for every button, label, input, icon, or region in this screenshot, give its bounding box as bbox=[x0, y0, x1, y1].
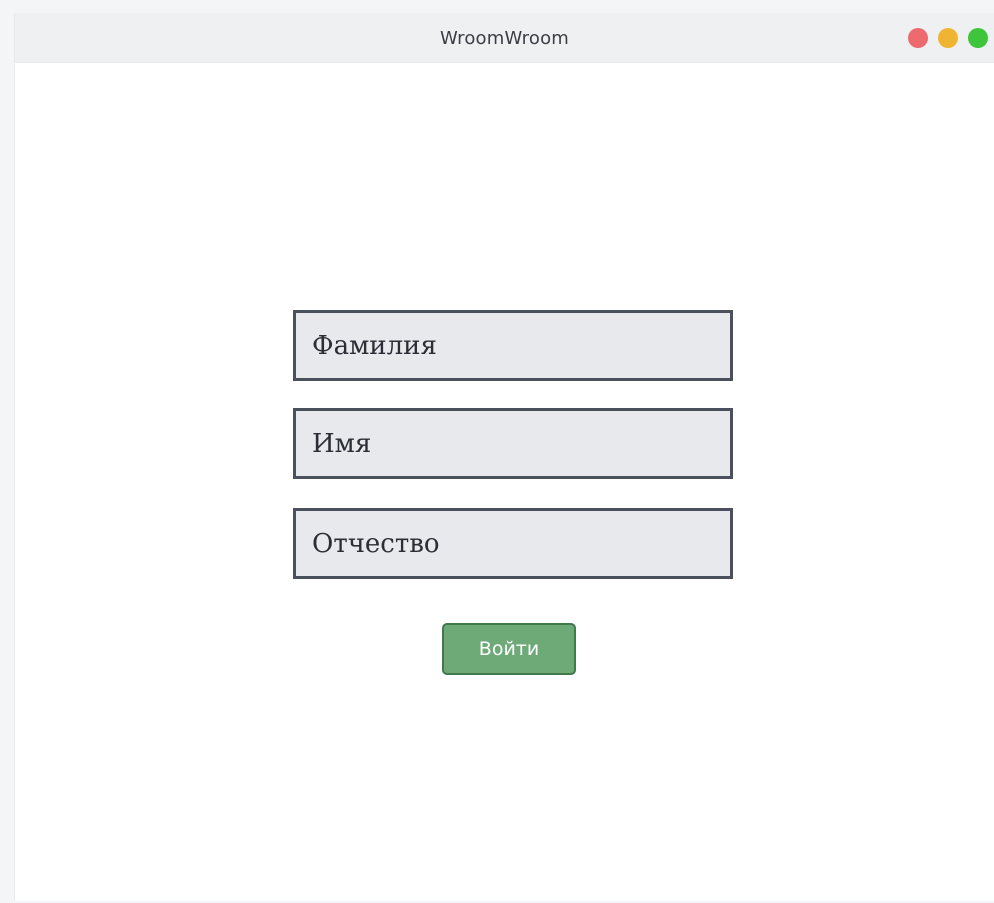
window-title: WroomWroom bbox=[439, 28, 570, 49]
patronymic-placeholder: Отчество bbox=[312, 528, 440, 559]
surname-field[interactable]: Фамилия bbox=[293, 310, 733, 381]
login-button[interactable]: Войти bbox=[442, 623, 576, 675]
minimize-window-icon[interactable] bbox=[938, 28, 958, 48]
title-bar: WroomWroom bbox=[15, 13, 994, 63]
window-controls bbox=[908, 28, 988, 48]
patronymic-field[interactable]: Отчество bbox=[293, 508, 733, 579]
first-name-field[interactable]: Имя bbox=[293, 408, 733, 479]
close-window-icon[interactable] bbox=[908, 28, 928, 48]
login-form-area: Фамилия Имя Отчество Войти bbox=[15, 63, 994, 901]
first-name-placeholder: Имя bbox=[312, 428, 372, 459]
surname-placeholder: Фамилия bbox=[312, 330, 437, 361]
maximize-window-icon[interactable] bbox=[968, 28, 988, 48]
login-button-label: Войти bbox=[478, 638, 540, 660]
app-window: WroomWroom Фамилия Имя Отчество Войти bbox=[14, 13, 994, 901]
